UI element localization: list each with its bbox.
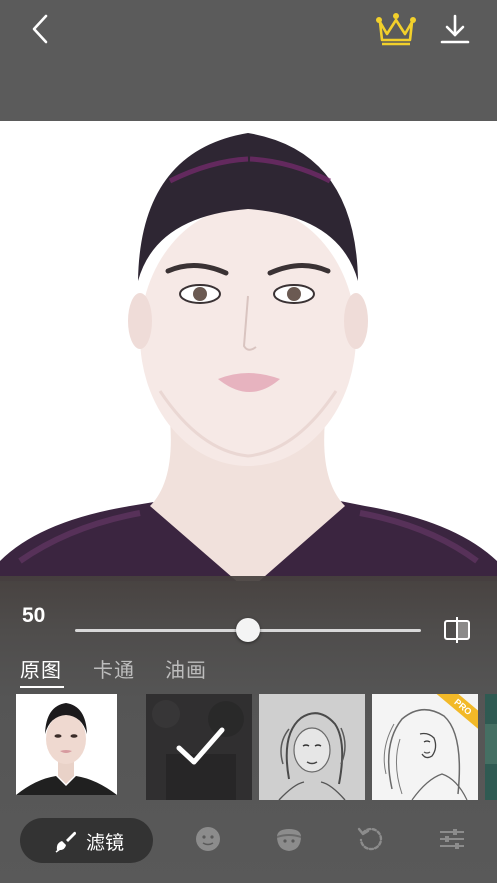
sketch-thumb-image — [259, 694, 365, 800]
filter-tool-label: 滤镜 — [86, 832, 125, 854]
intensity-slider-row: 50 — [0, 596, 497, 643]
face-mask-tool-button[interactable] — [274, 824, 304, 854]
face-tool-button[interactable] — [193, 824, 223, 854]
sliders-icon — [440, 829, 464, 849]
filter-thumbnails: PRO — [0, 694, 497, 800]
intensity-value: 50 — [22, 604, 46, 627]
filter-thumb-pro[interactable]: PRO — [372, 694, 478, 800]
premium-button[interactable] — [374, 10, 418, 48]
tab-original[interactable]: 原图 — [20, 654, 62, 683]
filter-thumb-partial[interactable] — [485, 694, 497, 800]
filter-thumb-sketch[interactable] — [259, 694, 365, 800]
original-thumb-image — [16, 694, 117, 795]
portrait-image — [0, 121, 497, 581]
filter-thumb-selected[interactable] — [146, 694, 252, 800]
adjust-tool-button[interactable] — [437, 824, 467, 854]
crown-icon — [376, 13, 416, 46]
reset-tool-button[interactable] — [355, 824, 385, 854]
chevron-left-icon — [32, 14, 48, 44]
active-tab-indicator — [20, 686, 64, 688]
brush-icon — [55, 831, 76, 853]
download-icon — [440, 14, 470, 44]
edit-panel: 50 原图 卡通 油画 PRO 滤镜 — [0, 576, 497, 883]
tab-oil-painting[interactable]: 油画 — [165, 654, 207, 683]
compare-button[interactable] — [442, 615, 472, 645]
reset-icon — [357, 827, 383, 851]
selected-thumb-image — [146, 694, 252, 800]
partial-thumb-image — [485, 694, 497, 800]
bottom-toolbar: 滤镜 — [0, 816, 497, 866]
filter-category-tabs: 原图 卡通 油画 — [0, 654, 497, 690]
face-icon — [196, 827, 220, 851]
face-mask-icon — [277, 829, 301, 851]
tab-cartoon[interactable]: 卡通 — [93, 654, 135, 683]
photo-preview — [0, 121, 497, 581]
back-button[interactable] — [24, 12, 58, 46]
filter-thumb-original[interactable] — [16, 694, 117, 800]
compare-split-icon — [444, 617, 470, 643]
filter-tool-button[interactable]: 滤镜 — [20, 818, 153, 863]
top-bar — [0, 0, 497, 121]
intensity-slider-thumb[interactable] — [236, 618, 260, 642]
download-button[interactable] — [438, 12, 472, 46]
